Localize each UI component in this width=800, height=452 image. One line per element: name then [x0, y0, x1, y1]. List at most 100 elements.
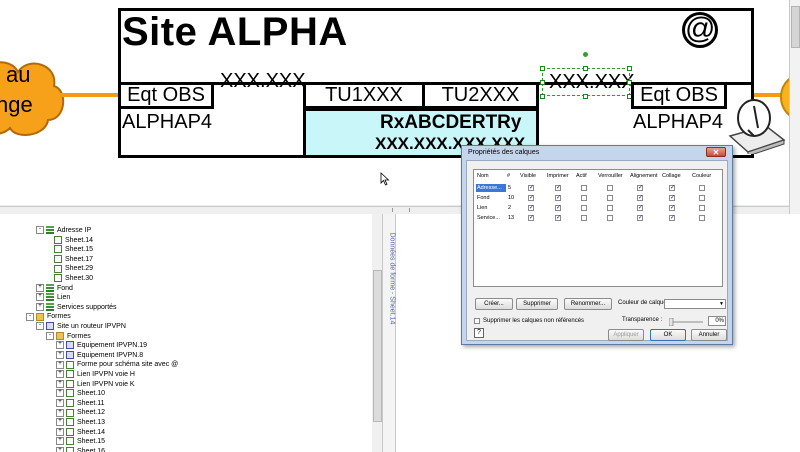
- right-eqt-box[interactable]: Eqt OBS: [631, 82, 727, 109]
- layer-checkbox[interactable]: ✓: [669, 185, 675, 191]
- layer-checkbox[interactable]: ✓: [637, 185, 643, 191]
- tree-item[interactable]: + Services supportés: [36, 302, 117, 313]
- transparency-slider[interactable]: [669, 318, 703, 326]
- tree-item[interactable]: + Sheet.15: [56, 437, 105, 447]
- rename-layer-button[interactable]: Renommer...: [564, 298, 612, 310]
- expand-icon[interactable]: +: [56, 437, 64, 446]
- layer-checkbox[interactable]: ✓: [637, 195, 643, 201]
- layer-checkbox[interactable]: [581, 195, 587, 201]
- tree-item[interactable]: + Sheet.13: [56, 418, 105, 428]
- tree-item[interactable]: + Forme pour schéma site avec @: [56, 360, 178, 370]
- transparency-input[interactable]: 0%: [708, 316, 726, 326]
- tree-item[interactable]: Sheet.29: [46, 264, 93, 274]
- tree-item[interactable]: + Fond: [36, 283, 73, 294]
- layer-checkbox[interactable]: ✓: [669, 215, 675, 221]
- expand-icon[interactable]: +: [56, 360, 64, 369]
- tree-item[interactable]: - Site un routeur IPVPN: [36, 322, 126, 332]
- layer-checkbox[interactable]: ✓: [669, 205, 675, 211]
- layer-checkbox[interactable]: [607, 195, 613, 201]
- canvas-vertical-scrollbar[interactable]: [789, 0, 800, 214]
- cancel-button[interactable]: Annuler: [691, 329, 727, 341]
- expand-icon[interactable]: +: [56, 408, 64, 417]
- expand-icon[interactable]: +: [56, 446, 64, 452]
- layer-checkbox[interactable]: ✓: [528, 185, 534, 191]
- left-eqt-box[interactable]: Eqt OBS: [118, 82, 214, 109]
- layer-checkbox[interactable]: [699, 205, 705, 211]
- selection-handle[interactable]: [540, 94, 545, 99]
- expand-icon[interactable]: +: [56, 370, 64, 379]
- layer-checkbox[interactable]: ✓: [555, 195, 561, 201]
- layer-checkbox[interactable]: ✓: [669, 195, 675, 201]
- at-icon[interactable]: @: [682, 12, 718, 48]
- collapse-icon[interactable]: -: [36, 322, 44, 331]
- ok-button[interactable]: OK: [650, 329, 686, 341]
- close-button[interactable]: ✕: [706, 147, 726, 157]
- left-eqt-name[interactable]: ALPHAP4: [122, 111, 212, 134]
- layer-checkbox[interactable]: [607, 185, 613, 191]
- layer-color-select[interactable]: ▼: [664, 299, 726, 309]
- collapse-icon[interactable]: -: [36, 226, 44, 235]
- expand-icon[interactable]: +: [56, 341, 64, 350]
- satellite-dish-icon[interactable]: [724, 96, 786, 154]
- tu1-box[interactable]: TU1XXX: [303, 82, 425, 109]
- tree-item[interactable]: + Lien IPVPN voie K: [56, 379, 135, 390]
- expand-icon[interactable]: +: [56, 427, 64, 436]
- selection-handle[interactable]: [627, 66, 632, 71]
- tree-item[interactable]: - Adresse IP: [36, 226, 91, 236]
- link-line-left[interactable]: [60, 93, 120, 97]
- selection-handle[interactable]: [540, 66, 545, 71]
- selection-handle[interactable]: [583, 66, 588, 71]
- collapse-icon[interactable]: -: [46, 331, 54, 340]
- layer-checkbox[interactable]: [581, 205, 587, 211]
- remove-unreferenced-checkbox[interactable]: [474, 318, 480, 324]
- layer-checkbox[interactable]: ✓: [555, 215, 561, 221]
- tu2-box[interactable]: TU2XXX: [422, 82, 539, 109]
- layer-checkbox[interactable]: ✓: [637, 205, 643, 211]
- tree-item[interactable]: - Formes: [46, 331, 91, 342]
- tree-item[interactable]: + Equipement IPVPN.19: [56, 341, 147, 351]
- tree-item[interactable]: + Equipement IPVPN.8: [56, 350, 143, 361]
- new-layer-button[interactable]: Créer...: [475, 298, 513, 310]
- layer-checkbox[interactable]: ✓: [528, 205, 534, 211]
- rotation-handle[interactable]: [583, 52, 588, 57]
- layer-checkbox[interactable]: [699, 195, 705, 201]
- help-icon[interactable]: ?: [474, 328, 484, 338]
- layer-name[interactable]: Service...: [476, 214, 506, 222]
- scroll-thumb[interactable]: [373, 270, 382, 422]
- tree-item[interactable]: Sheet.30: [46, 274, 93, 284]
- layer-checkbox[interactable]: [699, 215, 705, 221]
- expand-icon[interactable]: +: [36, 302, 44, 311]
- expand-icon[interactable]: +: [56, 389, 64, 398]
- shape-data-tab[interactable]: Données de forme - Sheet.14: [383, 214, 396, 452]
- expand-icon[interactable]: +: [56, 418, 64, 427]
- expand-icon[interactable]: +: [56, 379, 64, 388]
- tree-item[interactable]: - Formes: [26, 312, 71, 322]
- tree-item[interactable]: Sheet.17: [46, 254, 93, 265]
- layer-checkbox[interactable]: ✓: [528, 215, 534, 221]
- site-title[interactable]: Site ALPHA: [122, 10, 348, 55]
- expand-icon[interactable]: +: [36, 293, 44, 302]
- right-eqt-name[interactable]: ALPHAP4: [633, 111, 723, 134]
- selection-handle[interactable]: [540, 80, 545, 85]
- expand-icon[interactable]: +: [36, 283, 44, 292]
- delete-layer-button[interactable]: Supprimer: [516, 298, 558, 310]
- expand-icon[interactable]: +: [56, 398, 64, 407]
- tree-item[interactable]: + Sheet.14: [56, 427, 105, 438]
- layer-checkbox[interactable]: [581, 185, 587, 191]
- expand-icon[interactable]: +: [56, 350, 64, 359]
- tree-item[interactable]: Sheet.15: [46, 245, 93, 255]
- tree-item[interactable]: + Sheet.16: [56, 446, 105, 452]
- tree-item[interactable]: Sheet.14: [46, 235, 93, 246]
- tree-item[interactable]: + Lien: [36, 293, 70, 303]
- tree-item[interactable]: + Sheet.10: [56, 389, 105, 399]
- layer-checkbox[interactable]: [581, 215, 587, 221]
- drawing-explorer-tree[interactable]: - Adresse IP Sheet.14 Sheet.15 Sheet.17 Sheet…: [0, 214, 373, 452]
- layer-checkbox[interactable]: ✓: [637, 215, 643, 221]
- layer-checkbox[interactable]: ✓: [555, 205, 561, 211]
- apply-button[interactable]: Appliquer: [608, 329, 644, 341]
- tree-item[interactable]: + Sheet.12: [56, 408, 105, 418]
- selection-handle[interactable]: [583, 94, 588, 99]
- layer-checkbox[interactable]: ✓: [555, 185, 561, 191]
- left-xxx-label[interactable]: XXX.XXX: [220, 70, 306, 93]
- layer-checkbox[interactable]: [607, 215, 613, 221]
